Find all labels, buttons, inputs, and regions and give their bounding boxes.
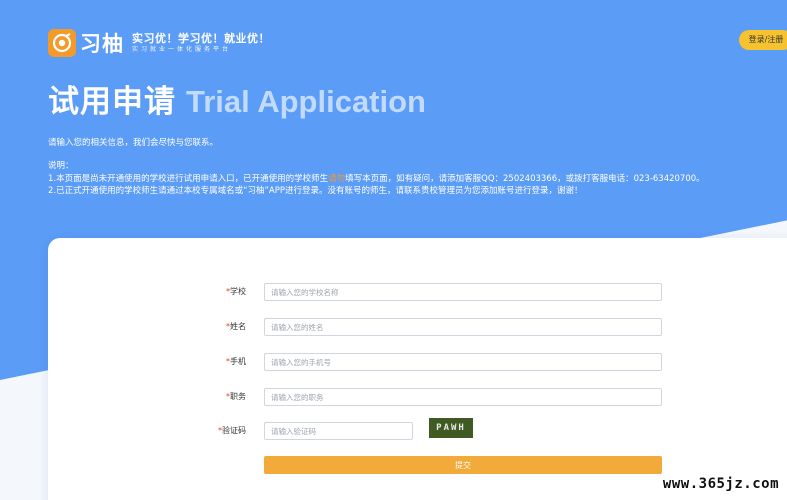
name-input[interactable] (264, 318, 662, 336)
school-label: *学校 (226, 287, 246, 296)
watermark: www.365jz.com (662, 476, 779, 492)
submit-button[interactable]: 提交 (264, 456, 662, 474)
captcha-image[interactable]: PAWH (429, 418, 473, 438)
title-chinese: 试用申请 (48, 84, 176, 120)
form-row-captcha: *验证码 PAWH (48, 418, 787, 440)
captcha-label: *验证码 (218, 426, 246, 435)
title-english: Trial Application (186, 84, 426, 119)
slogan-sub: 实习就业一体化服务平台 (132, 46, 232, 53)
school-input[interactable] (264, 283, 662, 301)
logo-name: 习柚 (80, 32, 124, 56)
form-row-phone: *手机 (48, 353, 787, 371)
form-row-name: *姓名 (48, 318, 787, 336)
logo[interactable]: 习柚 实习优！学习优！就业优！ 实习就业一体化服务平台 (48, 28, 270, 58)
login-register-button[interactable]: 登录/注册 (739, 30, 787, 50)
position-label: *职务 (226, 392, 246, 401)
logo-icon (48, 29, 76, 57)
notes: 说明： 1.本页面是尚未开通使用的学校进行试用申请入口，已开通使用的学校师生请勿… (48, 160, 748, 198)
captcha-text: PAWH (436, 423, 466, 433)
note-1-part-2: 填写本页面，如有疑问，请添加客服QQ：2502403366，或拨打客服电话：02… (345, 173, 705, 184)
phone-input[interactable] (264, 353, 662, 371)
note-1-part-1: 1.本页面是尚未开通使用的学校进行试用申请入口，已开通使用的学校师生 (48, 173, 329, 184)
captcha-input[interactable] (264, 422, 413, 440)
form-row-position: *职务 (48, 388, 787, 406)
name-label: *姓名 (226, 322, 246, 331)
phone-label: *手机 (226, 357, 246, 366)
page-title: 试用申请 Trial Application (48, 76, 426, 120)
application-form: *学校 *姓名 *手机 *职务 *验证码 PAWH 提交 (48, 238, 787, 500)
note-1-highlight: 请勿 (328, 173, 346, 184)
slogan-main: 实习优！学习优！就业优！ (132, 32, 270, 45)
form-row-school: *学校 (48, 283, 787, 301)
logo-slogan: 实习优！学习优！就业优！ 实习就业一体化服务平台 (132, 32, 270, 54)
notes-heading: 说明： (48, 161, 74, 171)
note-1: 1.本页面是尚未开通使用的学校进行试用申请入口，已开通使用的学校师生请勿填写本页… (48, 173, 748, 186)
position-input[interactable] (264, 388, 662, 406)
note-2: 2.已正式开通使用的学校师生请通过本校专属域名或“习柚”APP进行登录。没有账号… (48, 186, 583, 196)
intro-text: 请输入您的相关信息，我们会尽快与您联系。 (48, 138, 219, 148)
